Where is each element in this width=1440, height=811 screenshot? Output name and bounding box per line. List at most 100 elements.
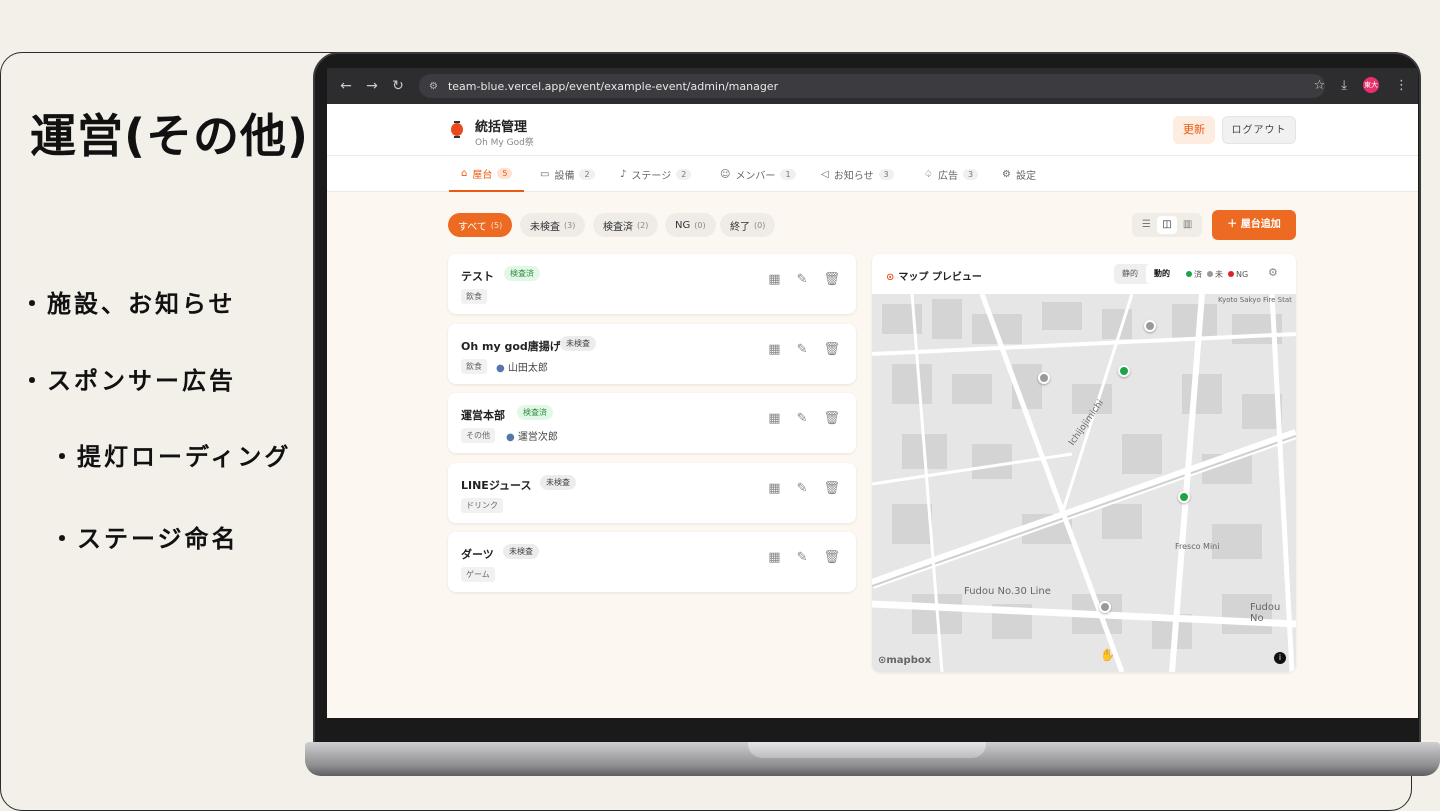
tab-count: 5 (497, 167, 513, 179)
equipment-icon: ▭ (540, 168, 550, 180)
owner: ● 山田太郎 (496, 359, 548, 374)
tab-members[interactable]: ☺ メンバー 1 (720, 156, 796, 192)
app-subtitle: Oh My God祭 (475, 138, 534, 148)
edit-pencil-icon[interactable]: ✎ (797, 550, 808, 565)
forward-icon[interactable]: → (359, 78, 385, 94)
download-icon[interactable]: ⤓ (1341, 78, 1347, 93)
site-info-icon[interactable]: ⚙ (429, 81, 438, 92)
url-text: team-blue.vercel.app/event/example-event… (447, 79, 779, 93)
bullet-stage-naming: ・ステージ命名 (50, 525, 239, 553)
address-bar[interactable]: ⚙ team-blue.vercel.app/event/example-eve… (419, 74, 1325, 98)
browser-chrome: ← → ↻ ⚙ team-blue.vercel.app/event/examp… (327, 68, 1418, 104)
stall-card[interactable]: Oh my god唐揚げ 未検査 飲食 ● 山田太郎 ▦ ✎ 🗑 (448, 324, 856, 384)
mode-static-button[interactable]: 静的 (1114, 264, 1146, 284)
tab-label: 広告 (937, 170, 958, 182)
trash-icon[interactable]: 🗑 (823, 342, 840, 357)
map-header: ⊙ マップ プレビュー 静的 動的 済 未 NG ⚙ (872, 254, 1296, 294)
back-icon[interactable]: ← (333, 78, 359, 94)
status-badge: 未検査 (503, 544, 539, 559)
tab-settings[interactable]: ⚙ 設定 (1002, 156, 1036, 192)
bullet-facilities: ・施設、お知らせ (20, 290, 236, 318)
tab-bar: ⌂ 屋台 5 ▭ 設備 2 ♪ ステージ 2 ☺ メンバー 1 ◁ お知らせ 3… (327, 156, 1418, 192)
map-marker-pending[interactable] (1144, 320, 1156, 332)
refresh-button[interactable]: 更新 (1173, 116, 1215, 144)
status-badge: 検査済 (504, 266, 540, 281)
qr-code-icon[interactable]: ▦ (768, 272, 780, 287)
filter-all[interactable]: すべて (5) (448, 213, 513, 237)
mapbox-logo[interactable]: ⊙mapbox (878, 655, 931, 666)
tab-count: 1 (780, 168, 796, 180)
menu-kebab-icon[interactable]: ⋮ (1395, 78, 1408, 93)
edit-pencil-icon[interactable]: ✎ (797, 481, 808, 496)
tab-label: メンバー (735, 170, 776, 182)
stall-card[interactable]: LINEジュース 未検査 ドリンク ▦ ✎ 🗑 (448, 463, 856, 523)
map-pin-icon: ⊙ (886, 272, 895, 283)
tab-stalls[interactable]: ⌂ 屋台 5 (449, 156, 525, 192)
laptop-notch (748, 742, 986, 758)
tab-announcements[interactable]: ◁ お知らせ 3 (821, 156, 894, 192)
tab-label: お知らせ (833, 170, 874, 182)
tab-stage[interactable]: ♪ ステージ 2 (620, 156, 692, 192)
list-view-icon[interactable]: ☰ (1136, 216, 1156, 234)
tab-ads[interactable]: ♤ 広告 3 (924, 156, 979, 192)
bookmark-star-icon[interactable]: ☆ (1314, 78, 1326, 93)
qr-code-icon[interactable]: ▦ (768, 411, 780, 426)
filter-finished[interactable]: 終了 (0) (720, 213, 776, 237)
filter-count: (0) (754, 220, 766, 230)
stall-card[interactable]: テスト 検査済 飲食 ▦ ✎ 🗑 (448, 254, 856, 314)
laptop-screen: ← → ↻ ⚙ team-blue.vercel.app/event/examp… (327, 68, 1418, 718)
status-badge: 未検査 (540, 475, 576, 490)
map-mode-toggle: 静的 動的 (1114, 264, 1178, 284)
tab-equipment[interactable]: ▭ 設備 2 (540, 156, 595, 192)
gear-icon: ⚙ (1002, 168, 1011, 180)
edit-pencil-icon[interactable]: ✎ (797, 411, 808, 426)
map-preview-panel: ⊙ マップ プレビュー 静的 動的 済 未 NG ⚙ Kyoto Sakyo F… (872, 254, 1296, 672)
map-marker-pending[interactable] (1099, 601, 1111, 613)
map-marker-done[interactable] (1118, 365, 1130, 377)
tab-label: 設定 (1015, 170, 1036, 182)
profile-avatar[interactable]: 東大 (1363, 77, 1379, 93)
stall-card[interactable]: 運営本部 検査済 その他 ● 運営次郎 ▦ ✎ 🗑 (448, 393, 856, 453)
trash-icon[interactable]: 🗑 (823, 550, 840, 565)
owner-name: 山田太郎 (507, 363, 548, 374)
bullet-lantern-loading: ・提灯ローディング (50, 443, 292, 471)
trash-icon[interactable]: 🗑 (823, 481, 840, 496)
store-icon: ⌂ (461, 167, 468, 179)
logout-button[interactable]: ログアウト (1222, 116, 1296, 144)
reload-icon[interactable]: ↻ (385, 78, 411, 94)
trash-icon[interactable]: 🗑 (823, 411, 840, 426)
info-icon[interactable]: i (1274, 652, 1286, 664)
stall-card[interactable]: ダーツ 未検査 ゲーム ▦ ✎ 🗑 (448, 532, 856, 592)
map-label: Fresco Mini (1175, 542, 1220, 551)
filter-ng[interactable]: NG (0) (665, 213, 716, 237)
split-view-icon[interactable]: ◫ (1156, 216, 1177, 234)
qr-code-icon[interactable]: ▦ (768, 481, 780, 496)
map-streets (872, 293, 1296, 672)
map-marker-pending[interactable] (1038, 372, 1050, 384)
map-view-icon[interactable]: ▥ (1178, 216, 1198, 234)
map-legend: 済 未 NG (1186, 269, 1248, 280)
trash-icon[interactable]: 🗑 (823, 272, 840, 287)
stall-name: テスト (461, 270, 494, 283)
edit-pencil-icon[interactable]: ✎ (797, 272, 808, 287)
filter-count: (0) (694, 220, 706, 230)
edit-pencil-icon[interactable]: ✎ (797, 342, 808, 357)
filter-label: すべて (458, 221, 487, 233)
map-canvas[interactable]: Kyoto Sakyo Fire Stat Ichijojimichi Fres… (872, 293, 1296, 672)
ad-icon: ♤ (924, 168, 933, 180)
filter-inspected[interactable]: 検査済 (2) (593, 213, 659, 237)
filter-count: (5) (490, 220, 503, 230)
filter-label: 終了 (730, 221, 750, 233)
map-marker-done[interactable] (1178, 491, 1190, 503)
map-settings-gear-icon[interactable]: ⚙ (1268, 266, 1278, 279)
legend-pending: 未 (1207, 269, 1223, 280)
qr-code-icon[interactable]: ▦ (768, 550, 780, 565)
tab-label: ステージ (631, 170, 672, 182)
add-stall-button[interactable]: ＋ 屋台追加 (1212, 210, 1296, 240)
filter-uninspected[interactable]: 未検査 (3) (520, 213, 586, 237)
app-title: 統括管理 (475, 120, 528, 135)
owner: ● 運営次郎 (506, 428, 558, 443)
mode-dynamic-button[interactable]: 動的 (1146, 264, 1178, 284)
qr-code-icon[interactable]: ▦ (768, 342, 780, 357)
megaphone-icon: ◁ (821, 168, 829, 180)
